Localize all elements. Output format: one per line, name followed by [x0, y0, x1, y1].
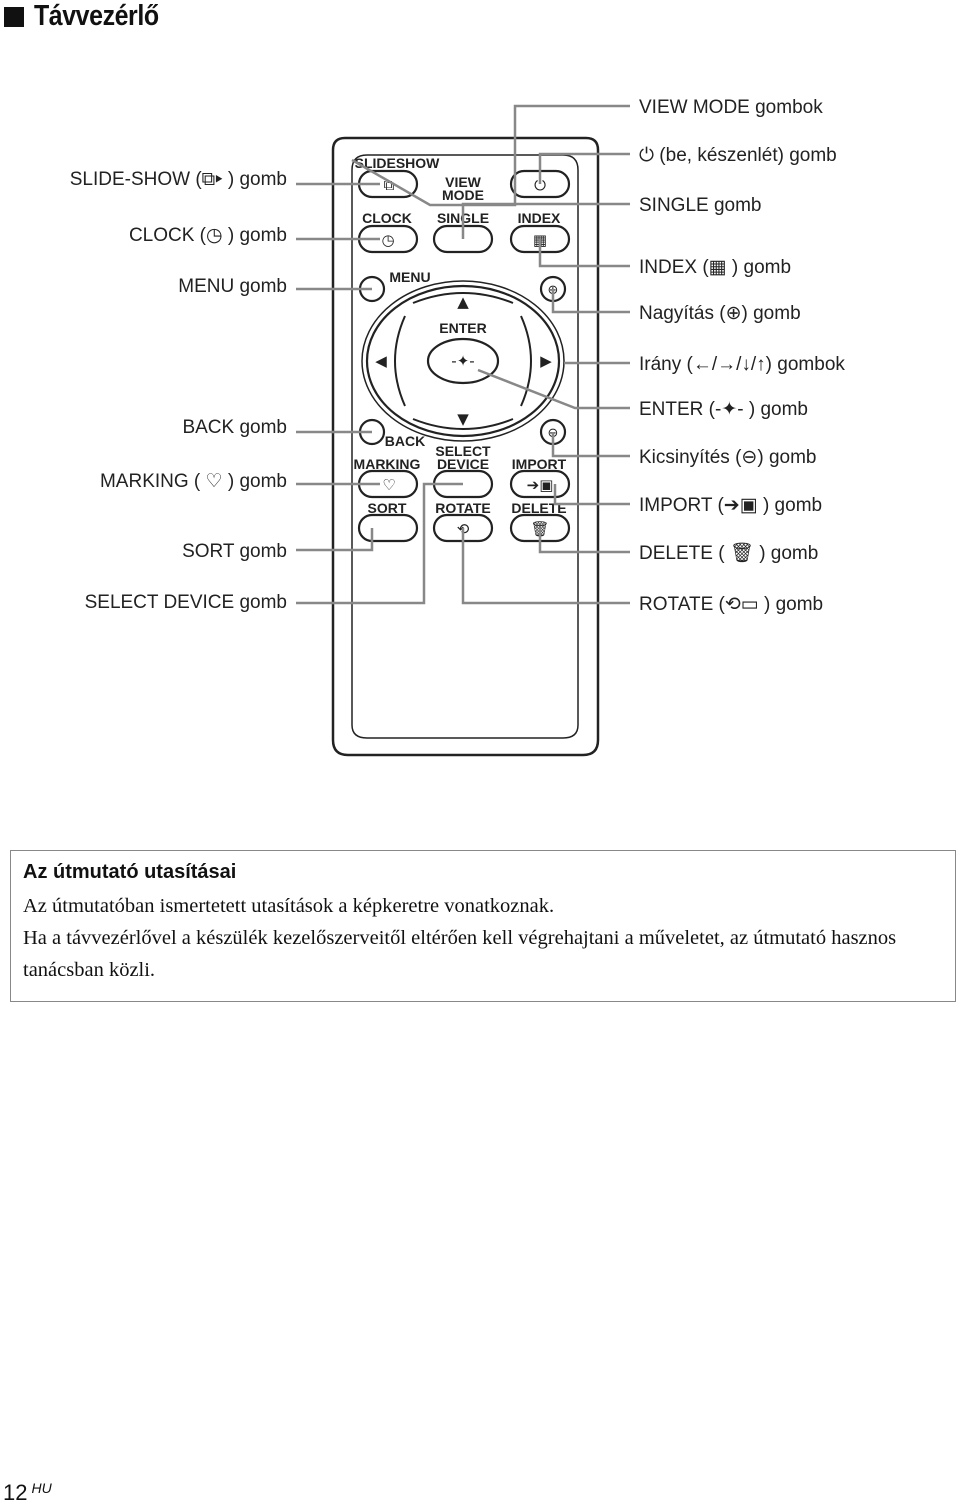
- label-import: IMPORT: [512, 456, 567, 472]
- arrow-left-icon: ◀: [375, 352, 387, 370]
- note-line-1: Az útmutatóban ismertetett utasítások a …: [23, 895, 555, 917]
- callout-slideshow: SLIDE-SHOW (⧉▸ ) gomb: [70, 169, 287, 190]
- note-line-2: Ha a távvezérlővel a készülék kezelőszer…: [23, 927, 897, 981]
- page-footer: 12 HU: [3, 1480, 52, 1506]
- callout-single: SINGLE gomb: [639, 195, 762, 216]
- import-icon: ➔▣: [527, 476, 554, 494]
- callout-zoom-out: Kicsinyítés (⊖) gomb: [639, 447, 816, 468]
- callout-zoom-in: Nagyítás (⊕) gomb: [639, 303, 801, 324]
- callout-sort: SORT gomb: [182, 541, 287, 562]
- arrow-up-icon: ▲: [457, 293, 469, 311]
- arrow-right-icon: ▶: [540, 352, 552, 370]
- note-heading: Az útmutató utasításai: [23, 861, 237, 883]
- label-enter: ENTER: [439, 320, 486, 336]
- label-rotate: ROTATE: [435, 500, 490, 516]
- callout-clock: CLOCK (◷ ) gomb: [129, 225, 287, 246]
- enter-icon: -✦-: [451, 352, 474, 370]
- clock-icon: ◷: [381, 231, 394, 249]
- label-delete: DELETE: [511, 500, 566, 516]
- callout-view-mode: VIEW MODE gombok: [639, 97, 823, 118]
- heart-icon: ♡: [382, 476, 395, 494]
- callout-power: ⏻ (be, készenlét) gomb: [639, 145, 837, 166]
- language-code: HU: [31, 1480, 52, 1496]
- callout-rotate: ROTATE (⟲▭ ) gomb: [639, 594, 823, 615]
- callout-enter: ENTER (-✦- ) gomb: [639, 399, 808, 420]
- callout-import: IMPORT (➔▣ ) gomb: [639, 495, 822, 516]
- callout-back: BACK gomb: [182, 417, 287, 438]
- sort-button[interactable]: [357, 513, 419, 543]
- label-marking: MARKING: [354, 456, 421, 472]
- remote-diagram: SLIDESHOW VIEW MODE CLOCK SINGLE INDEX M…: [70, 97, 845, 757]
- callout-select-device: SELECT DEVICE gomb: [85, 592, 287, 613]
- callout-index: INDEX (▦ ) gomb: [639, 257, 791, 278]
- arrow-down-icon: ▼: [457, 410, 469, 428]
- label-select-2: DEVICE: [437, 456, 489, 472]
- label-sort: SORT: [368, 500, 407, 516]
- page-number: 12: [3, 1480, 28, 1505]
- label-index: INDEX: [518, 210, 561, 226]
- label-clock: CLOCK: [362, 210, 412, 226]
- label-back: BACK: [385, 433, 425, 449]
- callout-marking: MARKING ( ♡ ) gomb: [100, 471, 287, 492]
- callout-menu: MENU gomb: [178, 276, 287, 297]
- callout-delete: DELETE ( 🗑 ) gomb: [639, 542, 818, 564]
- label-menu: MENU: [389, 269, 430, 285]
- label-view-mode-2: MODE: [442, 187, 484, 203]
- callout-direction: Irány (←/→/↓/↑) gombok: [639, 354, 845, 375]
- instructions-note: Az útmutató utasításai Az útmutatóban is…: [10, 850, 956, 1002]
